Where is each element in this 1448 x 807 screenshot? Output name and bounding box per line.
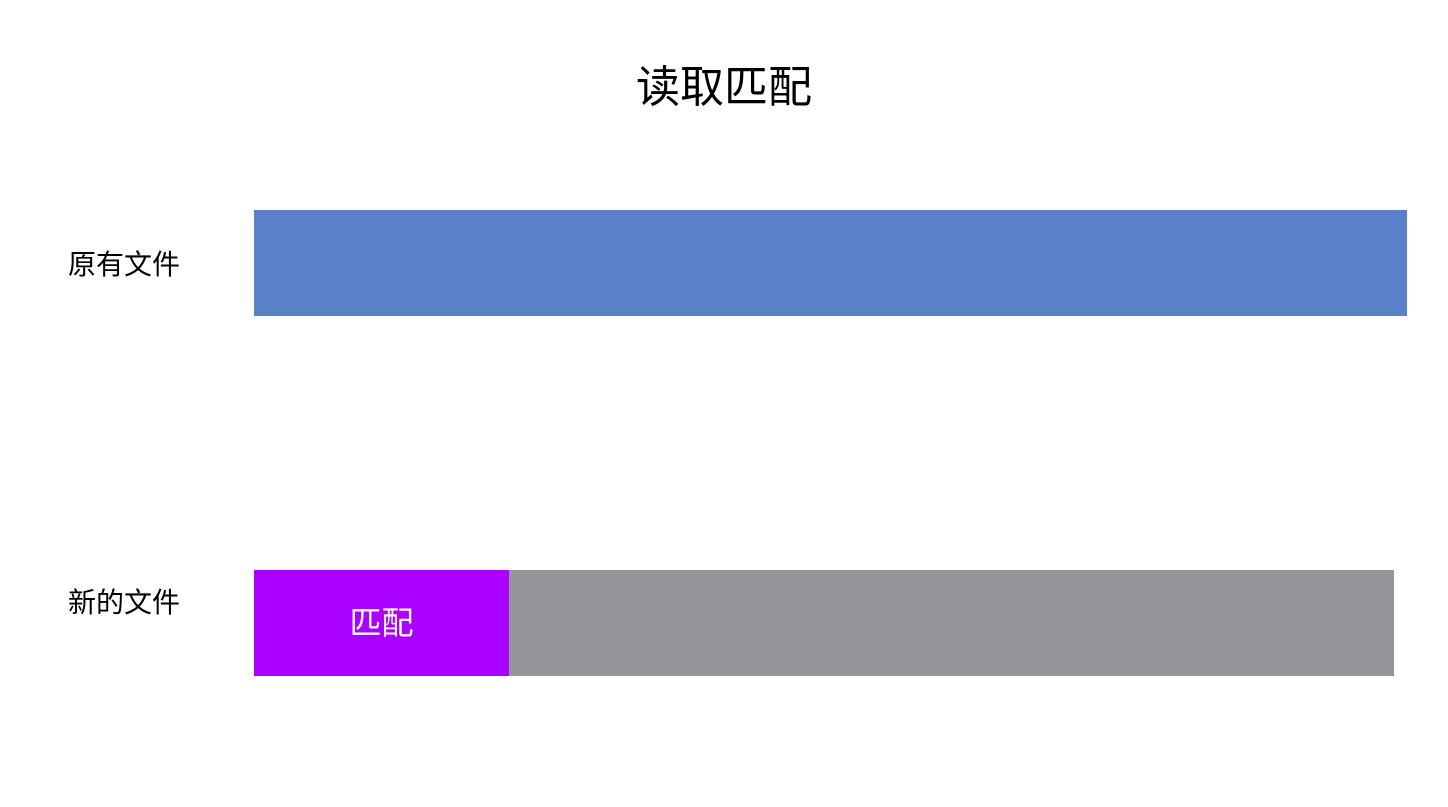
diagram-title: 读取匹配 bbox=[636, 62, 812, 113]
new-file-label: 新的文件 bbox=[68, 586, 181, 619]
original-file-bar bbox=[254, 210, 1407, 316]
original-file-label: 原有文件 bbox=[68, 248, 181, 281]
unmatched-segment bbox=[509, 570, 1394, 676]
match-segment: 匹配 bbox=[254, 570, 509, 676]
match-segment-label: 匹配 bbox=[349, 604, 414, 642]
